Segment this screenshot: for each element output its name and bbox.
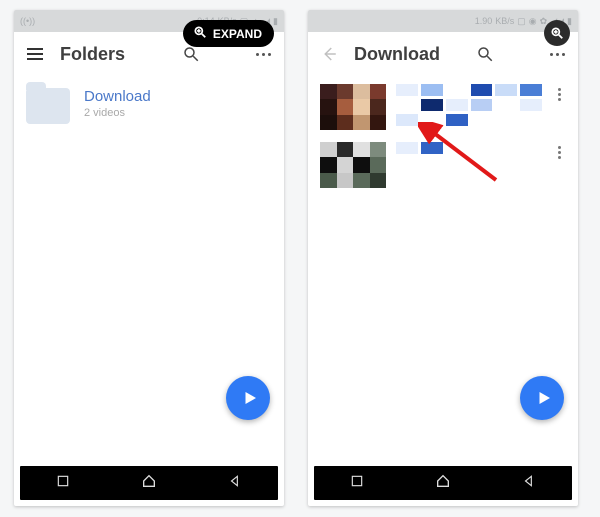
video-meta-blur (396, 142, 542, 154)
zoom-button[interactable] (544, 20, 570, 46)
android-nav-bar (314, 466, 572, 500)
video-item[interactable] (320, 142, 566, 188)
vol-icon: ◉ (529, 16, 537, 27)
android-nav-bar (20, 466, 278, 500)
app-header: Download (308, 32, 578, 76)
status-net-unit: KB/s (495, 16, 514, 26)
play-fab[interactable] (226, 376, 270, 420)
video-item[interactable] (320, 84, 566, 130)
nav-recent-icon[interactable] (56, 474, 70, 493)
zoom-in-icon (193, 25, 207, 42)
expand-label: EXPAND (213, 27, 262, 41)
search-button[interactable] (474, 43, 496, 65)
folder-item-download[interactable]: Download 2 videos (26, 84, 272, 128)
phone-left: EXPAND ((•)) 0:14 KB/s ▢ ▲ ◢ ▮ Folders (14, 10, 284, 506)
video-meta-blur (396, 84, 542, 126)
play-fab[interactable] (520, 376, 564, 420)
content-area: Download 2 videos (14, 76, 284, 466)
status-net-speed: 1.90 (475, 16, 493, 26)
zoom-in-icon (550, 26, 564, 40)
folder-name: Download (84, 88, 151, 105)
cast-icon: ▢ (517, 16, 526, 27)
folder-subtitle: 2 videos (84, 107, 151, 119)
folder-icon (26, 88, 70, 124)
view-toggle-icon[interactable] (510, 43, 532, 65)
row-more-icon[interactable] (552, 142, 566, 159)
phone-right: 1.90 KB/s ▢ ◉ ✿ ◢◢ ▮ Download (308, 10, 578, 506)
expand-button[interactable]: EXPAND (183, 20, 274, 47)
play-icon (535, 389, 553, 407)
battery-icon: ▮ (273, 16, 278, 27)
more-options-icon[interactable] (546, 43, 568, 65)
play-icon (241, 389, 259, 407)
page-title: Folders (60, 44, 125, 65)
broadcast-icon: ((•)) (20, 16, 35, 26)
nav-home-icon[interactable] (435, 473, 451, 494)
back-button[interactable] (318, 43, 340, 65)
nav-recent-icon[interactable] (350, 474, 364, 493)
video-thumbnail (320, 84, 386, 130)
nav-back-icon[interactable] (522, 474, 536, 493)
nav-back-icon[interactable] (228, 474, 242, 493)
video-thumbnail (320, 142, 386, 188)
hamburger-menu-icon[interactable] (24, 43, 46, 65)
page-title: Download (354, 44, 440, 65)
status-bar: 1.90 KB/s ▢ ◉ ✿ ◢◢ ▮ (308, 10, 578, 32)
nav-home-icon[interactable] (141, 473, 157, 494)
row-more-icon[interactable] (552, 84, 566, 101)
content-area (308, 76, 578, 466)
